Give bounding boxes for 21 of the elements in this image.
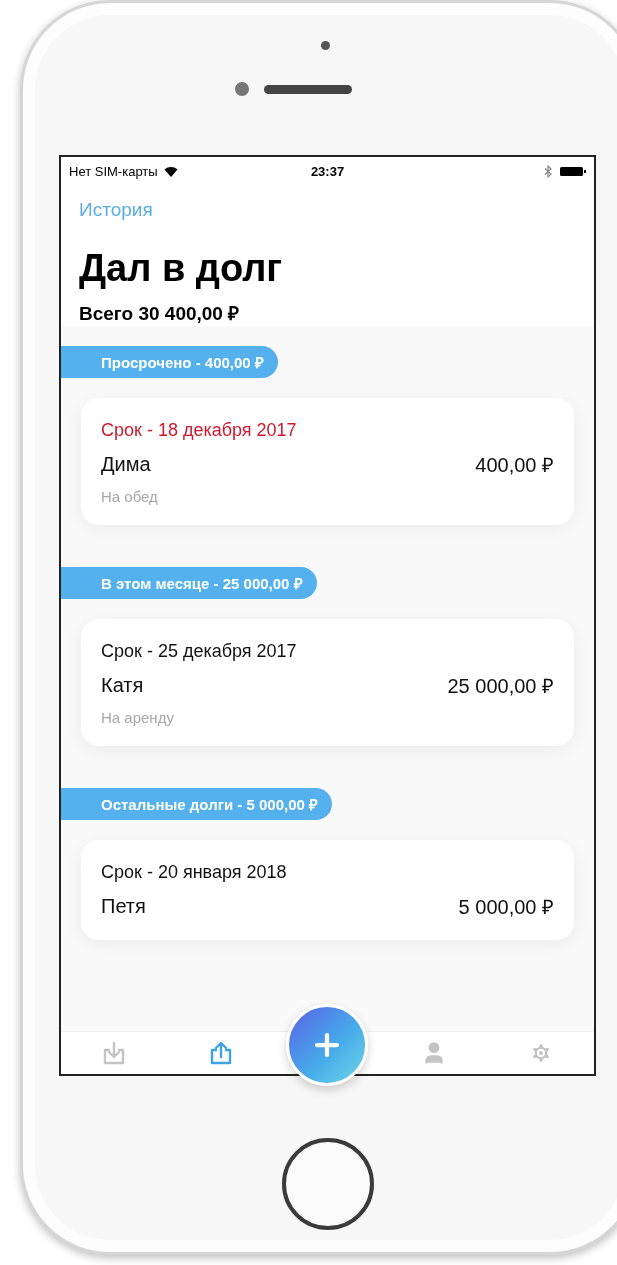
debt-amount: 400,00 ₽ — [475, 453, 554, 478]
section-header: Просрочено - 400,00 ₽ — [61, 346, 278, 378]
carrier-label: Нет SIM-карты — [69, 163, 158, 179]
due-date: Срок - 20 января 2018 — [101, 862, 287, 883]
debt-amount: 25 000,00 ₽ — [447, 674, 554, 699]
section-header: В этом месяце - 25 000,00 ₽ — [61, 567, 317, 599]
section-header: Остальные долги - 5 000,00 ₽ — [61, 788, 333, 820]
clock-time: 23:37 — [310, 163, 345, 179]
debt-note: На обед — [101, 488, 158, 505]
page-title: Дал в долг — [79, 247, 283, 290]
debtor-name: Катя — [101, 674, 144, 697]
debtor-name: Дима — [101, 453, 151, 476]
debt-card[interactable]: Срок - 25 декабря 2017 Катя 25 000,00 ₽ На аренду — [81, 619, 574, 746]
debt-card[interactable]: Срок - 18 декабря 2017 Дима 400,00 ₽ На обед — [81, 398, 574, 525]
debt-note: На аренду — [101, 709, 174, 726]
debt-amount: 5 000,00 ₽ — [458, 895, 554, 920]
total-amount: Всего 30 400,00 ₽ — [79, 302, 240, 326]
due-date: Срок - 18 декабря 2017 — [101, 420, 297, 441]
debt-card[interactable]: Срок - 20 января 2018 Петя 5 000,00 ₽ — [81, 840, 574, 940]
debtor-name: Петя — [101, 895, 146, 918]
due-date: Срок - 25 декабря 2017 — [101, 641, 297, 662]
